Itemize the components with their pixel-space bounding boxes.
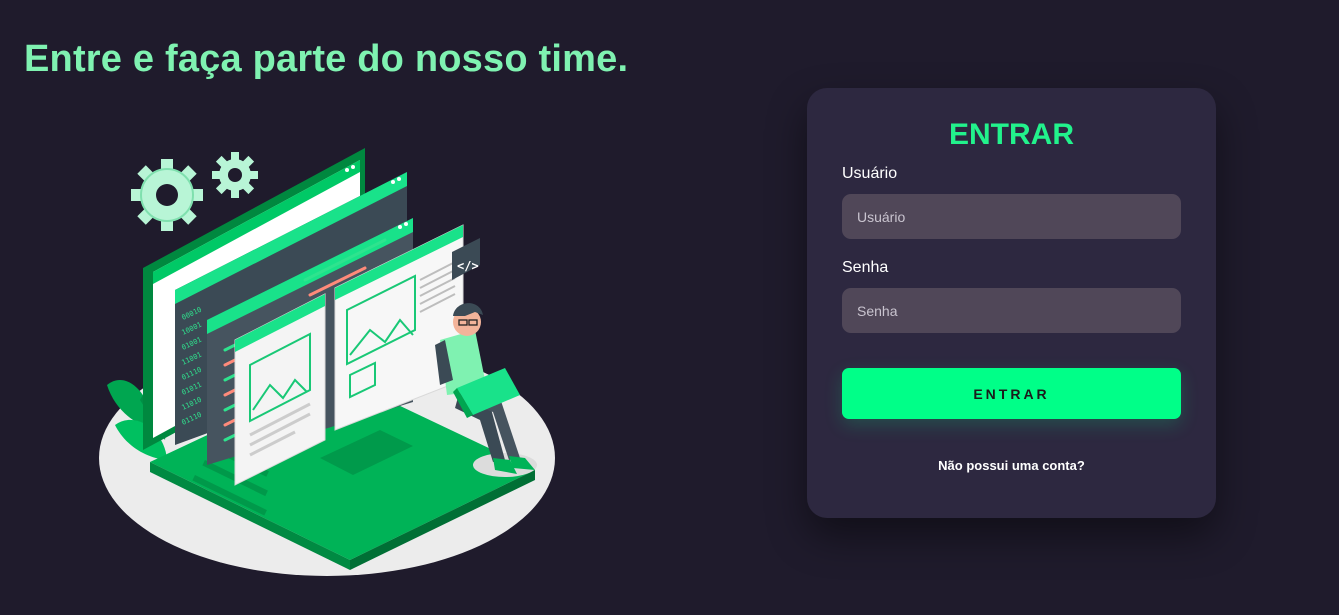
submit-button[interactable]: ENTRAR [842, 368, 1181, 419]
code-tag-label: </> [457, 259, 479, 273]
gear-icon [131, 159, 203, 231]
hero-headline: Entre e faça parte do nosso time. [24, 38, 629, 80]
login-card: ENTRAR Usuário Senha ENTRAR Não possui u… [807, 88, 1216, 518]
username-input[interactable] [842, 194, 1181, 239]
password-input[interactable] [842, 288, 1181, 333]
login-page: Entre e faça parte do nosso time. 00010 … [0, 0, 1339, 615]
username-label: Usuário [842, 165, 898, 182]
signup-link[interactable]: Não possui uma conta? [807, 458, 1216, 473]
login-title: ENTRAR [949, 118, 1074, 151]
password-label: Senha [842, 259, 889, 276]
gear-icon-small [212, 152, 258, 198]
developer-laptop-illustration: 00010 10001 01001 11001 01110 01011 1101… [99, 148, 555, 576]
